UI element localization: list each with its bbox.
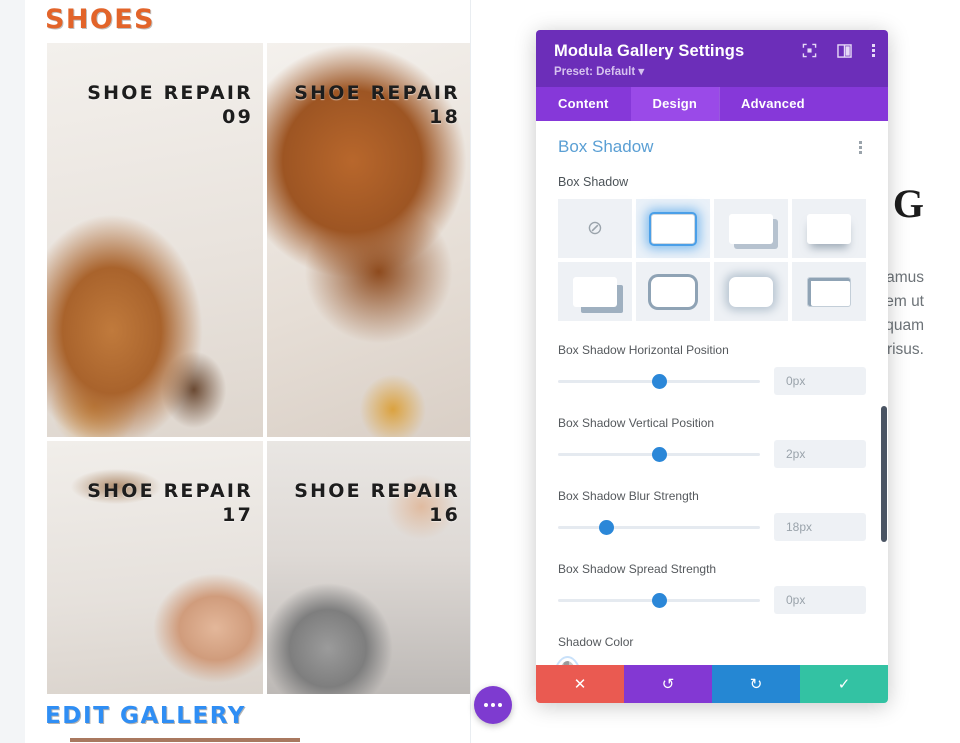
decorative-rule bbox=[70, 738, 300, 742]
tile-caption: SHOE REPAIR 16 bbox=[294, 480, 460, 527]
settings-modal: Modula Gallery Settings Preset: Default … bbox=[536, 30, 888, 703]
slider-thumb[interactable] bbox=[651, 592, 667, 608]
expand-icon[interactable] bbox=[802, 43, 817, 58]
box-shadow-preset-offset-hard[interactable] bbox=[714, 199, 788, 258]
modal-footer: ✕ ↺ ↻ ✓ bbox=[536, 665, 888, 703]
tab-design[interactable]: Design bbox=[630, 87, 720, 121]
slider-horizontal-position: Box Shadow Horizontal Position 0px bbox=[558, 343, 866, 395]
dot-icon bbox=[491, 703, 495, 707]
eyedropper-custom-color-swatch[interactable] bbox=[558, 661, 577, 665]
gallery-grid: SHOE REPAIR 09 SHOE REPAIR 18 SHOE REPAI… bbox=[47, 43, 470, 698]
gallery-tile[interactable]: SHOE REPAIR 17 bbox=[47, 441, 263, 694]
split-view-icon[interactable] bbox=[837, 43, 852, 58]
gallery-tile[interactable]: SHOE REPAIR 18 bbox=[267, 43, 470, 437]
box-shadow-preset-corner-inset[interactable] bbox=[792, 262, 866, 321]
slider-spread-strength: Box Shadow Spread Strength 0px bbox=[558, 562, 866, 614]
slider-value-input[interactable]: 0px bbox=[774, 586, 866, 614]
undo-button[interactable]: ↺ bbox=[624, 665, 712, 703]
page-settings-fab[interactable] bbox=[474, 686, 512, 724]
discard-button[interactable]: ✕ bbox=[536, 665, 624, 703]
shadow-corner-inset-icon bbox=[807, 276, 851, 307]
box-shadow-preset-none[interactable]: ⊘ bbox=[558, 199, 632, 258]
box-shadow-field-label: Box Shadow bbox=[558, 175, 629, 189]
slider-track[interactable] bbox=[558, 519, 760, 535]
box-shadow-preset-thick-border[interactable] bbox=[636, 262, 710, 321]
shadow-offset-large-icon bbox=[573, 276, 617, 307]
section-title: Box Shadow bbox=[558, 137, 654, 156]
shadow-soft-drop-icon bbox=[807, 213, 851, 244]
preset-selector[interactable]: Preset: Default ▾ bbox=[554, 64, 874, 78]
redo-button[interactable]: ↻ bbox=[712, 665, 800, 703]
dot-icon bbox=[484, 703, 488, 707]
modal-tabs: Content Design Advanced bbox=[536, 87, 888, 121]
slider-thumb[interactable] bbox=[651, 373, 667, 389]
slider-track[interactable] bbox=[558, 592, 760, 608]
preset-label: Preset: Default bbox=[554, 66, 636, 78]
dot-icon bbox=[498, 703, 502, 707]
screen: G amus rem ut quam risus. SHOES SHOE REP… bbox=[0, 0, 960, 743]
slider-thumb[interactable] bbox=[598, 519, 614, 535]
box-shadow-preset-outline[interactable] bbox=[636, 199, 710, 258]
shadow-color-label: Shadow Color bbox=[558, 635, 634, 649]
slider-label: Box Shadow Vertical Position bbox=[558, 416, 715, 430]
box-shadow-preset-soft-drop[interactable] bbox=[792, 199, 866, 258]
gallery-module[interactable]: SHOES SHOE REPAIR 09 SHOE REPAIR 18 SHOE… bbox=[25, 0, 470, 743]
tile-caption: SHOE REPAIR 17 bbox=[87, 480, 253, 527]
slider-value-input[interactable]: 18px bbox=[774, 513, 866, 541]
edit-gallery-link[interactable]: EDIT GALLERY bbox=[45, 703, 246, 729]
tile-caption: SHOE REPAIR 09 bbox=[87, 82, 253, 129]
shadow-outline-icon bbox=[651, 213, 695, 244]
chevron-down-icon: ▾ bbox=[638, 66, 645, 78]
save-button[interactable]: ✓ bbox=[800, 665, 888, 703]
shadow-thick-border-icon bbox=[651, 276, 695, 307]
gallery-tile[interactable]: SHOE REPAIR 16 bbox=[267, 441, 470, 694]
box-shadow-preset-offset-large[interactable] bbox=[558, 262, 632, 321]
modal-header-actions bbox=[802, 43, 875, 58]
box-shadow-preset-inner-glow[interactable] bbox=[714, 262, 788, 321]
box-shadow-preset-grid: ⊘ bbox=[558, 199, 866, 321]
no-shadow-icon: ⊘ bbox=[587, 218, 603, 239]
more-options-icon[interactable] bbox=[872, 44, 875, 57]
slider-value-input[interactable]: 0px bbox=[774, 367, 866, 395]
slider-label: Box Shadow Spread Strength bbox=[558, 562, 717, 576]
slider-thumb[interactable] bbox=[651, 446, 667, 462]
shadow-offset-hard-icon bbox=[729, 213, 773, 244]
gallery-tile[interactable]: SHOE REPAIR 09 bbox=[47, 43, 263, 437]
tab-advanced[interactable]: Advanced bbox=[719, 87, 827, 121]
tab-content[interactable]: Content bbox=[536, 87, 631, 121]
modal-header: Modula Gallery Settings Preset: Default … bbox=[536, 30, 888, 87]
modal-scrollbar[interactable] bbox=[881, 121, 888, 665]
page-title: SHOES bbox=[45, 4, 155, 35]
shadow-color-swatches bbox=[558, 661, 866, 665]
scrollbar-thumb[interactable] bbox=[881, 406, 887, 542]
slider-blur-strength: Box Shadow Blur Strength 18px bbox=[558, 489, 866, 541]
column-divider bbox=[470, 0, 471, 743]
shadow-inner-glow-icon bbox=[729, 276, 773, 307]
slider-track[interactable] bbox=[558, 446, 760, 462]
section-options-icon[interactable] bbox=[855, 139, 866, 156]
slider-value-input[interactable]: 2px bbox=[774, 440, 866, 468]
settings-scroll-area: Box Shadow Box Shadow ⊘ Box Shadow Horiz… bbox=[536, 121, 888, 665]
tile-caption: SHOE REPAIR 18 bbox=[294, 82, 460, 129]
modal-body: Box Shadow Box Shadow ⊘ Box Shadow Horiz… bbox=[536, 121, 888, 665]
slider-track[interactable] bbox=[558, 373, 760, 389]
slider-label: Box Shadow Horizontal Position bbox=[558, 343, 729, 357]
side-heading: G bbox=[892, 181, 924, 226]
slider-vertical-position: Box Shadow Vertical Position 2px bbox=[558, 416, 866, 468]
shadow-color-field: Shadow Color bbox=[558, 635, 866, 665]
slider-label: Box Shadow Blur Strength bbox=[558, 489, 699, 503]
box-shadow-section-header: Box Shadow bbox=[558, 137, 866, 157]
